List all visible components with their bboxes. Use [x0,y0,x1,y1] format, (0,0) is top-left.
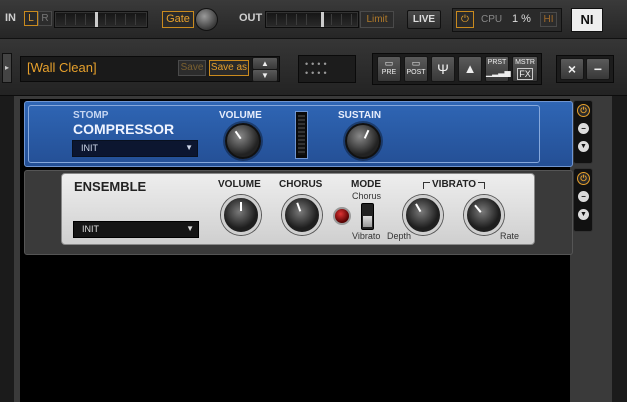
vibrato-depth-knob[interactable] [403,195,443,235]
compressor-move-down-icon[interactable]: ▼ [577,140,590,153]
minimize-icon[interactable]: − [586,58,610,80]
compressor-volume-knob[interactable] [225,123,261,159]
input-gain-slider[interactable] [95,12,98,27]
post-label: POST [406,69,426,76]
hi-quality-button[interactable]: HI [540,12,557,27]
grid-dots-icon-2: •••• [305,68,330,78]
output-volume-slider[interactable] [321,12,324,27]
master-fx-button[interactable]: MSTR FX [512,56,538,82]
mode-label: MODE [351,179,381,190]
vibrato-rate-knob[interactable] [464,195,504,235]
compressor-preset-value: INIT [81,143,98,153]
level-bars-icon: ▁▂▃▅ [486,68,511,77]
sustain-label: SUSTAIN [338,110,382,121]
tape-icon-post: ▭ [411,58,421,68]
ensemble-move-down-icon[interactable]: ▼ [577,208,590,221]
gain-reduction-meter [295,111,308,159]
rate-label: Rate [500,231,520,241]
chorus-label: CHORUS [279,179,323,190]
ensemble-module: ENSEMBLE INIT ▼ VOLUME CHORUS MODE Choru… [61,173,535,245]
preset-name[interactable]: [Wall Clean] [27,60,97,75]
mode-led-indicator [333,207,351,225]
output-label: OUT [239,12,263,24]
ensemble-side-controls: ⏻ − ▼ [573,168,593,232]
prst-label: PRST [487,59,507,66]
chevron-down-icon: ▼ [185,143,193,152]
depth-label: Depth [387,231,412,241]
mode-switch[interactable] [361,203,374,230]
pre-fx-button[interactable]: ▭ PRE [377,56,401,82]
cpu-label: CPU [481,14,503,25]
power-icon[interactable]: ⏻ [456,11,474,28]
mstr-label: MSTR [515,59,535,66]
post-fx-button[interactable]: ▭ POST [404,56,428,82]
close-icon[interactable]: × [560,58,584,80]
sidebar-expand-icon[interactable]: ▸ [2,53,12,83]
chorus-knob[interactable] [282,195,322,235]
input-label: IN [5,12,16,24]
ensemble-preset-value: INIT [82,224,99,234]
rack-view-button[interactable]: •••• •••• [298,55,356,83]
ensemble-volume-knob[interactable] [221,195,261,235]
limit-button[interactable]: Limit [360,11,394,28]
compressor-side-controls: ⏻ − ▼ [573,100,593,164]
input-level-meter [54,11,148,28]
gate-knob[interactable] [195,8,218,31]
cpu-value: 1 % [512,13,531,25]
ensemble-volume-label: VOLUME [218,179,261,190]
right-channel-button[interactable]: R [38,11,52,26]
fx-label: FX [517,68,533,80]
ni-logo: NI [571,8,603,32]
preset-volume-button[interactable]: PRST ▁▂▃▅ [485,56,511,82]
ensemble-minimize-icon[interactable]: − [577,190,590,203]
preset-down-icon[interactable]: ▼ [252,69,278,82]
ensemble-preset-select[interactable]: INIT ▼ [73,221,199,238]
tuner-fork-icon[interactable]: Ψ [431,56,455,82]
vibrato-label: VIBRATO [430,179,479,190]
output-level-meter [265,11,359,28]
metronome-icon[interactable]: ▲ [458,56,482,82]
compressor-power-icon[interactable]: ⏻ [577,104,590,117]
sustain-knob[interactable] [345,123,381,159]
mode-vibrato-label: Vibrato [352,231,381,241]
stomp-label: STOMP [73,110,109,121]
gate-button[interactable]: Gate [162,11,194,28]
preset-toolbar: ▸ [Wall Clean] Save Save as ▲ ▼ •••• •••… [0,39,627,96]
ensemble-power-icon[interactable]: ⏻ [577,172,590,185]
pre-label: PRE [381,69,397,76]
top-toolbar: IN L R Gate OUT Limit LIVE ⏻ CPU 1 % HI … [0,0,627,39]
chevron-down-icon: ▼ [186,224,194,233]
left-channel-button[interactable]: L [24,11,38,26]
tape-icon: ▭ [384,58,394,68]
compressor-title: COMPRESSOR [73,121,175,137]
save-as-button[interactable]: Save as [209,60,249,76]
mode-chorus-label: Chorus [352,191,382,201]
compressor-volume-label: VOLUME [219,110,262,121]
compressor-module: STOMP COMPRESSOR INIT ▼ VOLUME SUSTAIN [24,101,573,167]
compressor-preset-select[interactable]: INIT ▼ [72,140,198,157]
ensemble-title: ENSEMBLE [74,179,147,194]
compressor-minimize-icon[interactable]: − [577,122,590,135]
save-button[interactable]: Save [178,60,206,76]
live-button[interactable]: LIVE [407,10,441,29]
